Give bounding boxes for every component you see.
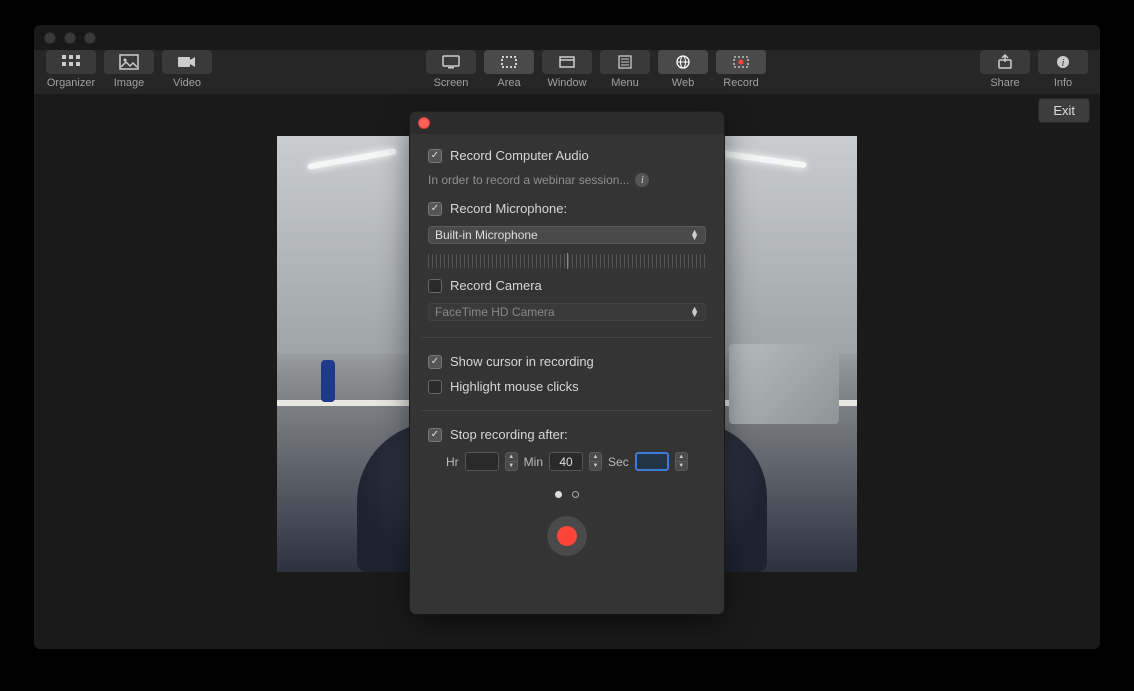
toolbar-left-group: Organizer Image Video	[46, 50, 212, 89]
record-icon	[557, 526, 577, 546]
toolbar-button-label: Menu	[611, 77, 639, 89]
page-indicator[interactable]	[428, 491, 706, 498]
highlight-clicks-label: Highlight mouse clicks	[450, 379, 579, 394]
mic-select[interactable]: Built-in Microphone ▲▼	[428, 226, 706, 244]
divider	[422, 410, 712, 411]
show-cursor-label: Show cursor in recording	[450, 354, 594, 369]
hr-label: Hr	[446, 455, 459, 469]
toolbar-button-label: Share	[990, 77, 1019, 89]
toolbar-menu-button[interactable]: Menu	[600, 50, 650, 89]
record-audio-subtext: In order to record a webinar session...	[428, 173, 629, 187]
toolbar-button-label: Screen	[434, 77, 469, 89]
chevron-updown-icon: ▲▼	[690, 230, 699, 240]
toolbar-web-button[interactable]: Web	[658, 50, 708, 89]
window-icon	[542, 50, 592, 74]
zoom-window-icon[interactable]	[84, 32, 96, 44]
area-icon	[484, 50, 534, 74]
page-dot-2[interactable]	[572, 491, 579, 498]
toolbar-button-label: Window	[547, 77, 586, 89]
toolbar-organizer-button[interactable]: Organizer	[46, 50, 96, 89]
svg-text:i: i	[1062, 58, 1065, 69]
toolbar-button-label: Video	[173, 77, 201, 89]
record-mic-checkbox[interactable]: ✓	[428, 202, 442, 216]
main-toolbar: Organizer Image Video Screen Area Window Menu…	[34, 50, 1100, 94]
min-label: Min	[524, 455, 543, 469]
toolbar-button-label: Organizer	[47, 77, 95, 89]
min-input[interactable]: 40	[549, 452, 583, 471]
min-stepper[interactable]: ▲▼	[589, 452, 602, 471]
toolbar-button-label: Record	[723, 77, 758, 89]
mic-level-meter	[428, 254, 706, 268]
toolbar-center-group: Screen Area Window Menu Web Record	[426, 50, 766, 89]
page-dot-1[interactable]	[555, 491, 562, 498]
toolbar-button-label: Info	[1054, 77, 1072, 89]
mic-select-value: Built-in Microphone	[435, 228, 538, 242]
show-cursor-checkbox[interactable]: ✓	[428, 355, 442, 369]
info-icon: i	[1038, 50, 1088, 74]
toolbar-button-label: Image	[114, 77, 145, 89]
stop-after-label: Stop recording after:	[450, 427, 568, 442]
start-record-button[interactable]	[547, 516, 587, 556]
toolbar-window-button[interactable]: Window	[542, 50, 592, 89]
video-icon	[162, 50, 212, 74]
info-icon[interactable]: i	[635, 173, 649, 187]
chevron-updown-icon: ▲▼	[690, 307, 699, 317]
image-icon	[104, 50, 154, 74]
grid-icon	[46, 50, 96, 74]
app-window: Organizer Image Video Screen Area Window Menu…	[34, 25, 1100, 649]
record-options-panel: ✓ Record Computer Audio In order to reco…	[410, 112, 724, 614]
stop-after-checkbox[interactable]: ✓	[428, 428, 442, 442]
toolbar-image-button[interactable]: Image	[104, 50, 154, 89]
toolbar-share-button[interactable]: Share	[980, 50, 1030, 89]
web-icon	[658, 50, 708, 74]
share-icon	[980, 50, 1030, 74]
content-area: Exit ✓ Record Computer Audio	[34, 94, 1100, 649]
camera-select-value: FaceTime HD Camera	[435, 305, 555, 319]
record-mic-label: Record Microphone:	[450, 201, 567, 216]
window-titlebar	[34, 25, 1100, 50]
record-camera-checkbox[interactable]	[428, 279, 442, 293]
minimize-window-icon[interactable]	[64, 32, 76, 44]
hr-stepper[interactable]: ▲▼	[505, 452, 518, 471]
record-audio-label: Record Computer Audio	[450, 148, 589, 163]
record-camera-label: Record Camera	[450, 278, 542, 293]
close-window-icon[interactable]	[44, 32, 56, 44]
toolbar-button-label: Web	[672, 77, 694, 89]
sec-label: Sec	[608, 455, 629, 469]
sec-stepper[interactable]: ▲▼	[675, 452, 688, 471]
record-audio-checkbox[interactable]: ✓	[428, 149, 442, 163]
toolbar-button-label: Area	[497, 77, 520, 89]
close-panel-icon[interactable]	[418, 117, 430, 129]
record-icon	[716, 50, 766, 74]
camera-select: FaceTime HD Camera ▲▼	[428, 303, 706, 321]
sec-input[interactable]	[635, 452, 669, 471]
toolbar-video-button[interactable]: Video	[162, 50, 212, 89]
exit-button[interactable]: Exit	[1038, 98, 1090, 123]
toolbar-info-button[interactable]: i Info	[1038, 50, 1088, 89]
toolbar-area-button[interactable]: Area	[484, 50, 534, 89]
toolbar-screen-button[interactable]: Screen	[426, 50, 476, 89]
divider	[422, 337, 712, 338]
highlight-clicks-checkbox[interactable]	[428, 380, 442, 394]
menu-icon	[600, 50, 650, 74]
panel-titlebar	[410, 112, 724, 134]
toolbar-right-group: Share i Info	[980, 50, 1088, 89]
hr-input[interactable]	[465, 452, 499, 471]
toolbar-record-button[interactable]: Record	[716, 50, 766, 89]
screen-icon	[426, 50, 476, 74]
